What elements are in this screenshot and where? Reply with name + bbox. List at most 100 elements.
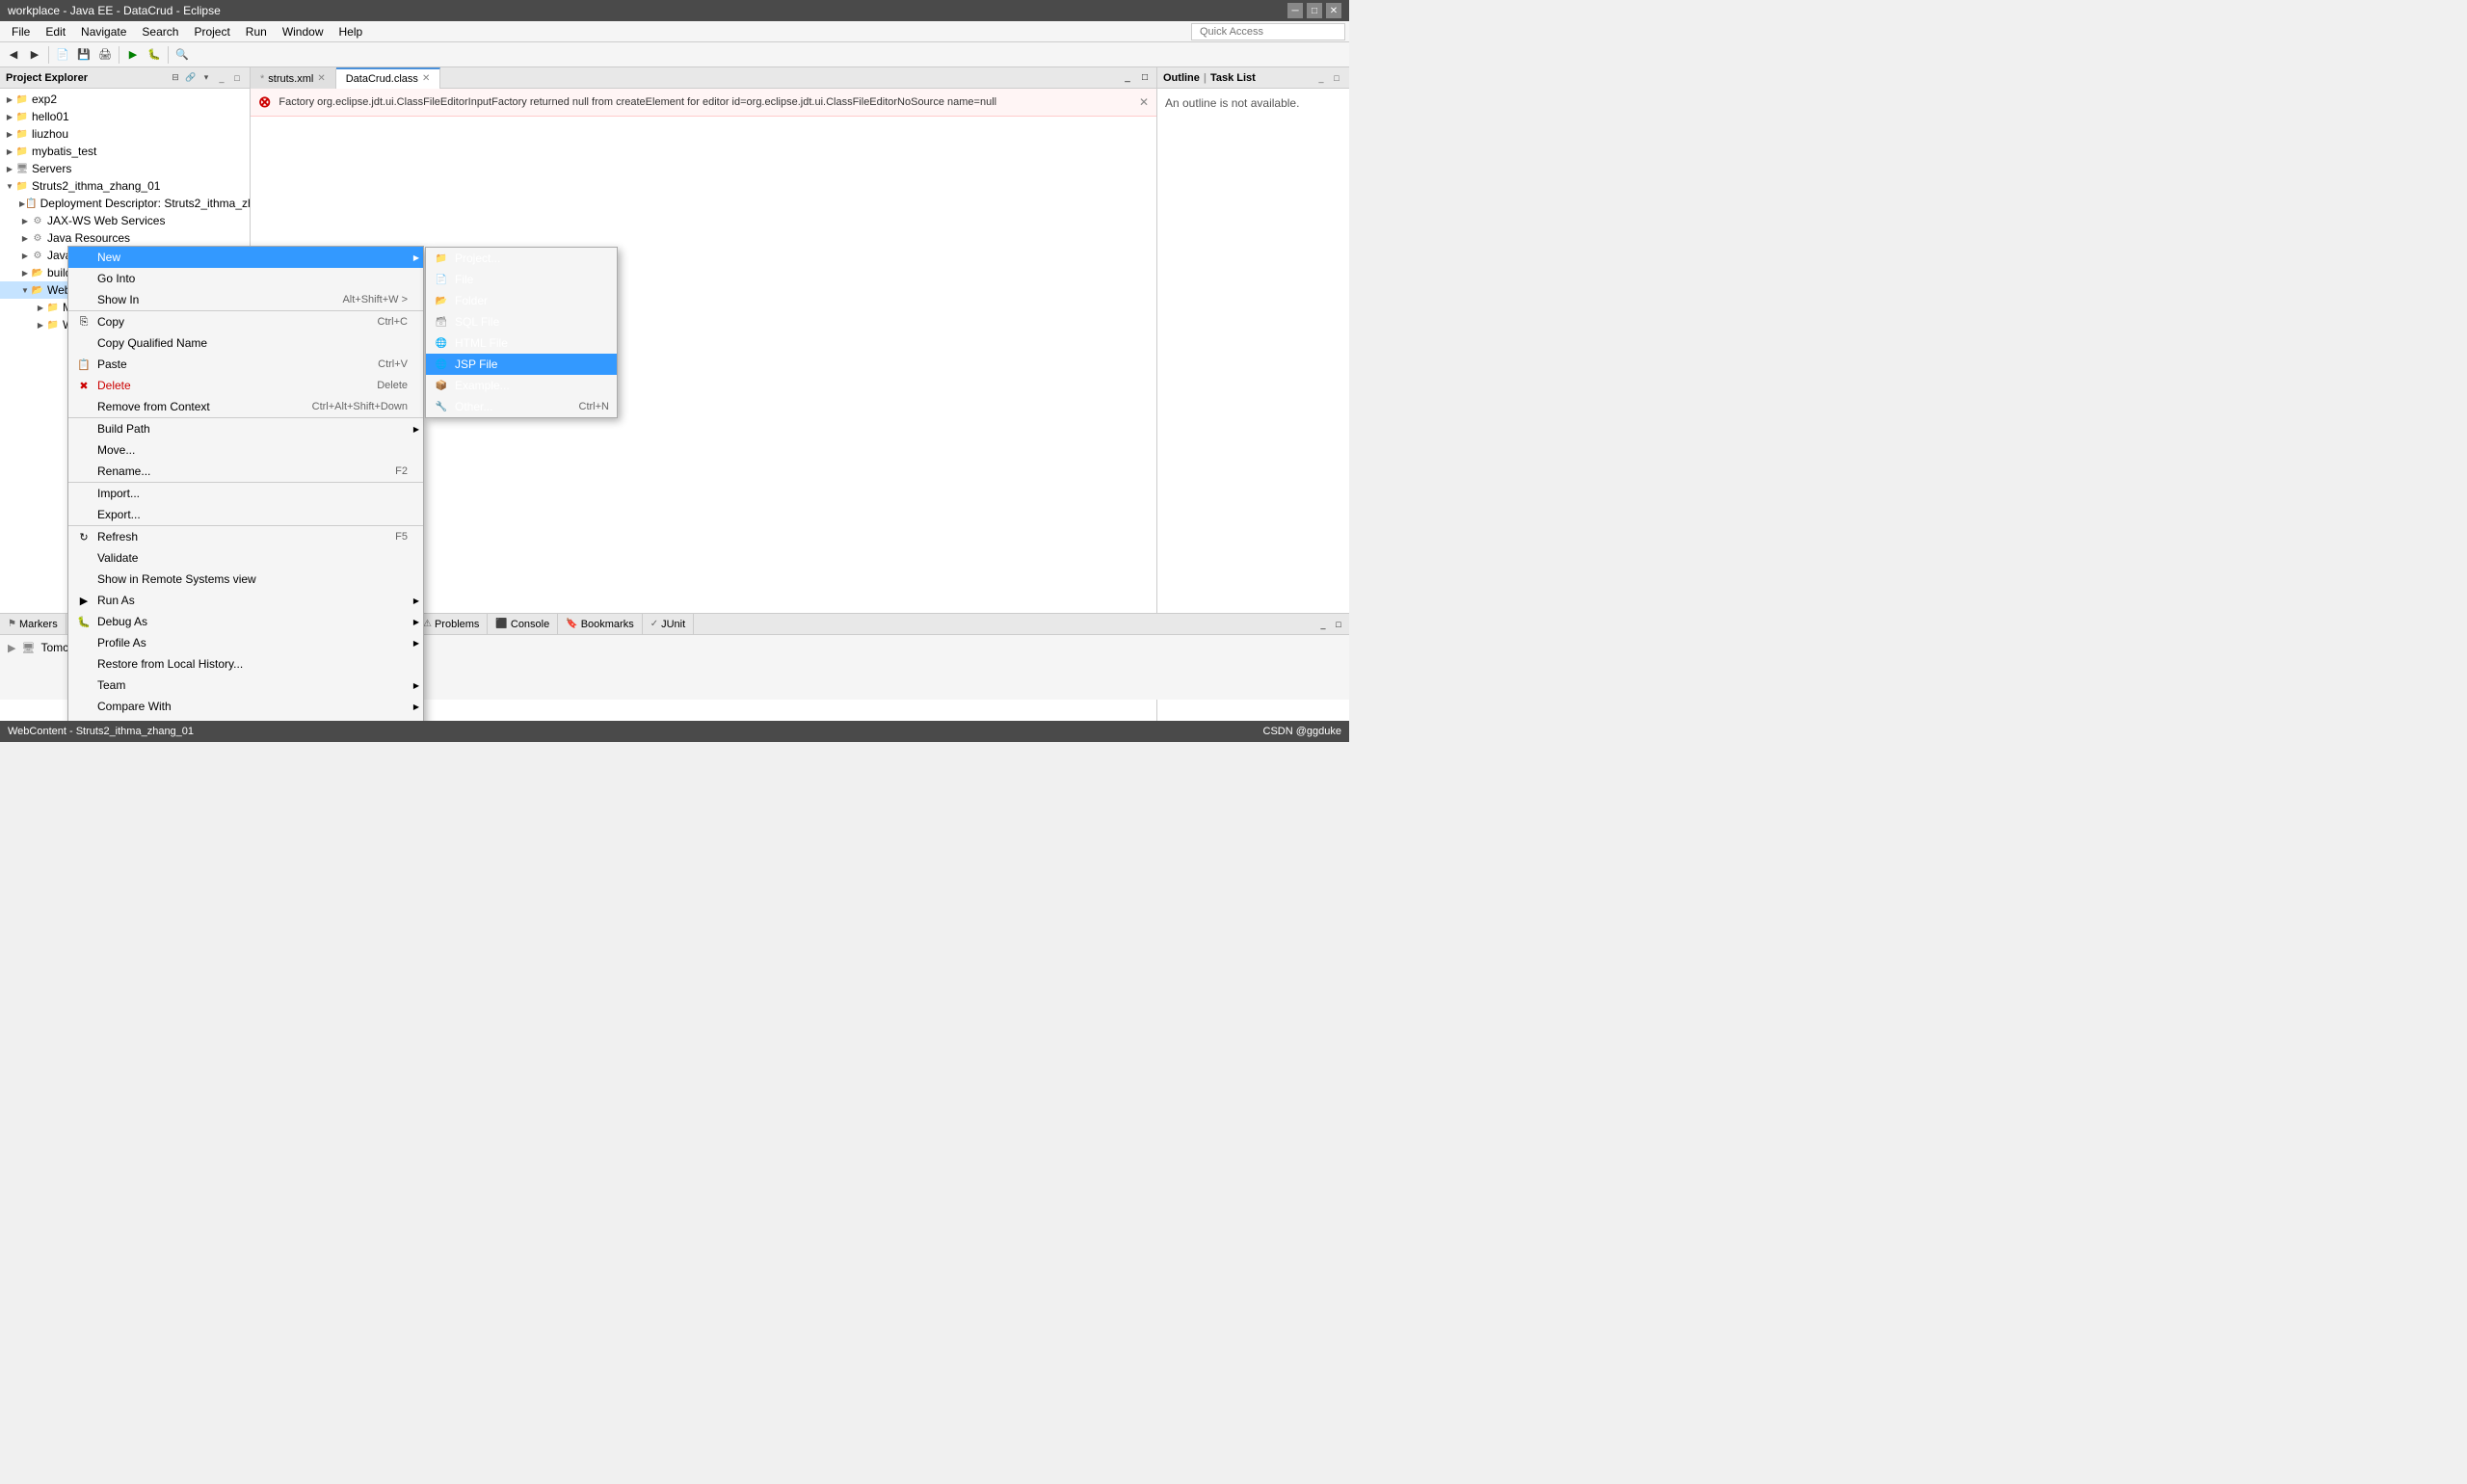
tab-datacrud[interactable]: DataCrud.class ✕ — [336, 67, 441, 89]
menu-window[interactable]: Window — [275, 23, 332, 40]
ctx-debugas-icon: 🐛 — [76, 614, 92, 629]
ctx-export-label: Export... — [97, 508, 141, 521]
submenu-example[interactable]: 📦 Example... — [426, 375, 617, 396]
error-dismiss[interactable]: ✕ — [1139, 95, 1149, 109]
context-menu: New ▶ 📁 Project... 📄 File 📂 — [67, 246, 424, 721]
ctx-source[interactable]: Source ▶ — [68, 717, 423, 721]
ctx-refresh-label: Refresh — [97, 530, 138, 543]
ctx-refresh[interactable]: ↻ Refresh F5 — [68, 526, 423, 547]
ctx-move[interactable]: Move... — [68, 439, 423, 461]
tree-item-hello01[interactable]: ▶ 📁 hello01 — [0, 108, 250, 125]
submenu-folder[interactable]: 📂 Folder — [426, 290, 617, 311]
submenu-htmlfile[interactable]: 🌐 HTML File — [426, 332, 617, 354]
window-controls[interactable]: ─ □ ✕ — [1287, 3, 1341, 18]
submenu-sqlfile[interactable]: 🗃 SQL File — [426, 311, 617, 332]
tree-item-java-resources[interactable]: ▶ ⚙ Java Resources — [0, 229, 250, 247]
submenu-project-label: Project... — [455, 252, 500, 265]
menu-file[interactable]: File — [4, 23, 38, 40]
tab-struts-close[interactable]: ✕ — [317, 73, 325, 84]
toolbar-search[interactable]: 🔍 — [172, 45, 192, 65]
ctx-validate[interactable]: Validate — [68, 547, 423, 569]
ctx-profileas-icon — [76, 635, 92, 650]
ctx-copyqualified[interactable]: Copy Qualified Name — [68, 332, 423, 354]
maximize-editor[interactable]: □ — [1137, 70, 1153, 86]
ctx-buildpath[interactable]: Build Path ▶ — [68, 418, 423, 439]
tree-item-deployment[interactable]: ▶ 📋 Deployment Descriptor: Struts2_ithma… — [0, 195, 250, 212]
menu-help[interactable]: Help — [332, 23, 371, 40]
toolbar-back[interactable]: ◀ — [4, 45, 23, 65]
ctx-paste[interactable]: 📋 Paste Ctrl+V — [68, 354, 423, 375]
tab-console[interactable]: ⬛ Console — [488, 614, 558, 635]
menu-navigate[interactable]: Navigate — [73, 23, 134, 40]
tab-markers[interactable]: ⚑ Markers — [0, 614, 66, 635]
quick-access-input[interactable] — [1191, 23, 1345, 40]
ctx-new[interactable]: New ▶ 📁 Project... 📄 File 📂 — [68, 247, 423, 268]
menu-run[interactable]: Run — [238, 23, 275, 40]
ctx-runas-label: Run As — [97, 594, 135, 607]
ctx-runas-arrow: ▶ — [413, 596, 419, 605]
ctx-copy-label: Copy — [97, 315, 124, 329]
menu-edit[interactable]: Edit — [38, 23, 73, 40]
toolbar-forward[interactable]: ▶ — [25, 45, 44, 65]
submenu-sql-icon: 🗃 — [434, 314, 449, 330]
tree-arrow-jaxws: ▶ — [19, 215, 31, 226]
ctx-runas[interactable]: ▶ Run As ▶ — [68, 590, 423, 611]
toolbar-print[interactable]: 🖨 — [95, 45, 115, 65]
minimize-editor[interactable]: _ — [1120, 70, 1135, 86]
tree-item-struts2[interactable]: ▼ 📁 Struts2_ithma_zhang_01 — [0, 177, 250, 195]
bottom-maximize[interactable]: □ — [1332, 618, 1345, 631]
tab-junit[interactable]: ✓ JUnit — [643, 614, 694, 635]
tab-struts[interactable]: * struts.xml ✕ — [251, 67, 336, 89]
minimize-panel-button[interactable]: _ — [215, 71, 228, 85]
ctx-comparewith[interactable]: Compare With ▶ — [68, 696, 423, 717]
link-editor-button[interactable]: 🔗 — [184, 71, 198, 85]
ctx-delete[interactable]: ✖ Delete Delete — [68, 375, 423, 396]
close-button[interactable]: ✕ — [1326, 3, 1341, 18]
submenu-project[interactable]: 📁 Project... — [426, 248, 617, 269]
submenu-jspfile[interactable]: 🌐 JSP File — [426, 354, 617, 375]
tree-item-liuzhou[interactable]: ▶ 📁 liuzhou — [0, 125, 250, 143]
maximize-panel-button[interactable]: □ — [230, 71, 244, 85]
tab-problems[interactable]: ⚠ Problems — [415, 614, 488, 635]
status-left: WebContent - Struts2_ithma_zhang_01 — [8, 726, 194, 737]
view-menu-button[interactable]: ▾ — [199, 71, 213, 85]
ctx-restorefromlocal[interactable]: Restore from Local History... — [68, 653, 423, 675]
ctx-profileas-label: Profile As — [97, 636, 146, 649]
maximize-button[interactable]: □ — [1307, 3, 1322, 18]
tree-item-mybatis[interactable]: ▶ 📁 mybatis_test — [0, 143, 250, 160]
toolbar-new[interactable]: 📄 — [53, 45, 72, 65]
menu-search[interactable]: Search — [134, 23, 186, 40]
ctx-team[interactable]: Team ▶ — [68, 675, 423, 696]
ctx-debugas[interactable]: 🐛 Debug As ▶ — [68, 611, 423, 632]
ctx-export[interactable]: Export... — [68, 504, 423, 525]
ctx-delete-shortcut: Delete — [361, 380, 408, 391]
tab-console-label: Console — [511, 619, 549, 630]
ctx-removefromcontext[interactable]: Remove from Context Ctrl+Alt+Shift+Down — [68, 396, 423, 417]
toolbar-save[interactable]: 💾 — [74, 45, 93, 65]
submenu-file[interactable]: 📄 File — [426, 269, 617, 290]
ctx-rename[interactable]: Rename... F2 — [68, 461, 423, 482]
ctx-import[interactable]: Import... — [68, 483, 423, 504]
tree-item-exp2[interactable]: ▶ 📁 exp2 — [0, 91, 250, 108]
toolbar-run[interactable]: ▶ — [123, 45, 143, 65]
bottom-minimize[interactable]: _ — [1316, 618, 1330, 631]
tree-item-servers[interactable]: ▶ 🖥 Servers — [0, 160, 250, 177]
tab-bookmarks[interactable]: 🔖 Bookmarks — [558, 614, 642, 635]
submenu-other[interactable]: 🔧 Other... Ctrl+N — [426, 396, 617, 417]
right-panel-maximize[interactable]: □ — [1330, 71, 1343, 85]
ctx-copy[interactable]: ⎘ Copy Ctrl+C — [68, 311, 423, 332]
collapse-all-button[interactable]: ⊟ — [169, 71, 182, 85]
ctx-profileas[interactable]: Profile As ▶ — [68, 632, 423, 653]
ctx-showinremote[interactable]: Show in Remote Systems view — [68, 569, 423, 590]
ctx-copy-shortcut: Ctrl+C — [362, 316, 408, 328]
menu-project[interactable]: Project — [186, 23, 237, 40]
tab-datacrud-close[interactable]: ✕ — [422, 73, 430, 84]
right-panel-minimize[interactable]: _ — [1314, 71, 1328, 85]
tree-arrow-liuzhou: ▶ — [4, 128, 15, 140]
tree-item-jaxws[interactable]: ▶ ⚙ JAX-WS Web Services — [0, 212, 250, 229]
ctx-goto[interactable]: Go Into — [68, 268, 423, 289]
minimize-button[interactable]: ─ — [1287, 3, 1303, 18]
toolbar-debug[interactable]: 🐛 — [145, 45, 164, 65]
ctx-showin[interactable]: Show In Alt+Shift+W > — [68, 289, 423, 310]
tab-problems-label: Problems — [435, 619, 479, 630]
